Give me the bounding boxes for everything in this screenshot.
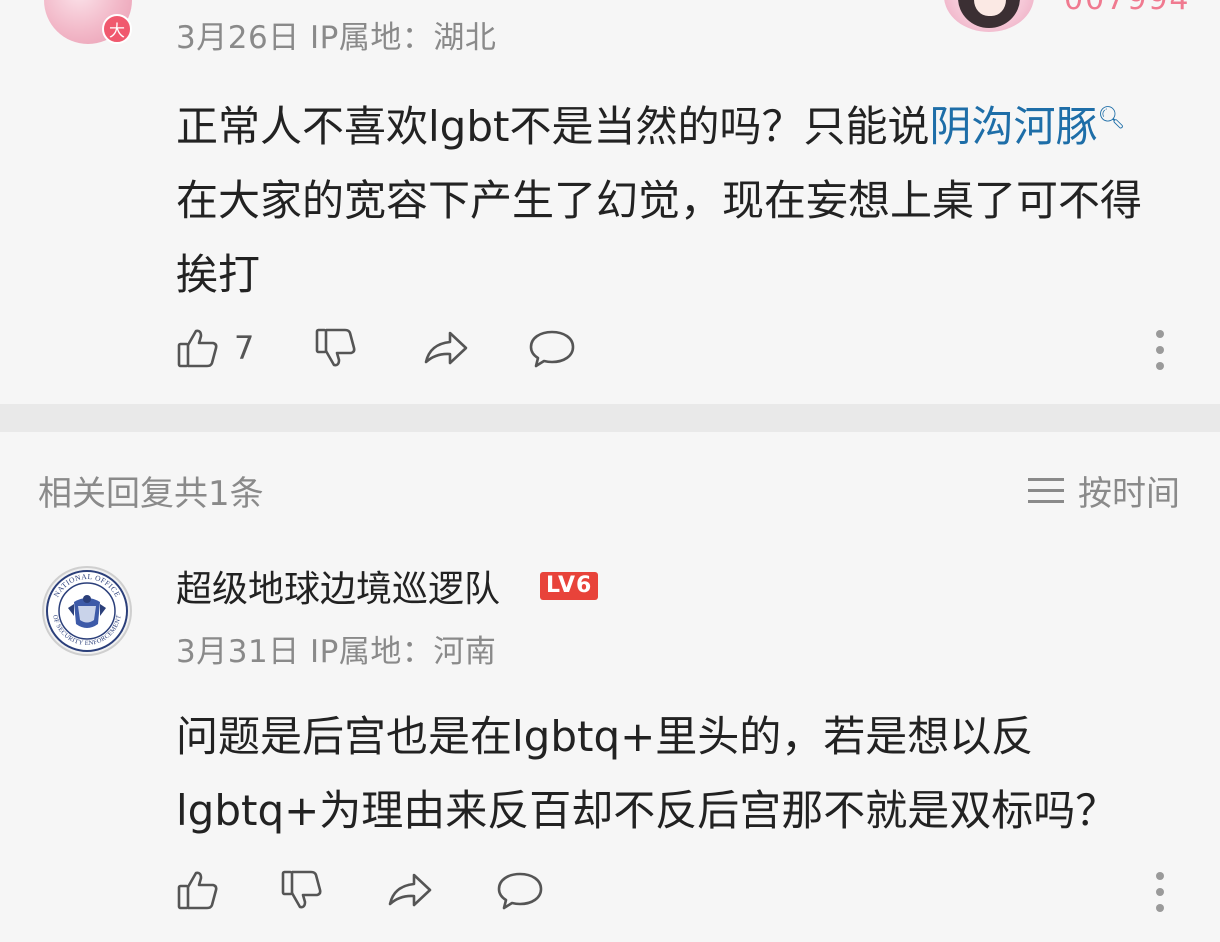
- sort-label: 按时间: [1078, 474, 1180, 514]
- comment-meta: 3月31日 IP属地：河南: [176, 634, 497, 670]
- comment-text-part1: 正常人不喜欢lgbt不是当然的吗？只能说: [176, 102, 930, 151]
- level-badge: LV6: [540, 572, 599, 600]
- like-count: 7: [234, 329, 255, 367]
- emblem-icon: NATIONAL OFFICE OF SECURITY ENFORCEMENT: [46, 570, 128, 652]
- dislike-button[interactable]: [280, 866, 324, 914]
- avatar[interactable]: NATIONAL OFFICE OF SECURITY ENFORCEMENT: [42, 566, 132, 656]
- comment-actions: [176, 866, 1176, 914]
- dislike-icon: [315, 328, 356, 367]
- like-button[interactable]: 7: [176, 324, 254, 372]
- comment-text-part2: 在大家的宽容下产生了幻觉，现在妄想上桌了可不得挨打: [176, 176, 1143, 299]
- dislike-button[interactable]: [314, 324, 358, 372]
- share-button[interactable]: [422, 324, 470, 372]
- comment-icon: [497, 872, 543, 910]
- reply-button[interactable]: [496, 866, 544, 914]
- section-divider: [0, 404, 1220, 432]
- search-link[interactable]: 阴沟河豚: [929, 102, 1097, 151]
- vip-badge: 大: [102, 14, 132, 44]
- share-button[interactable]: [386, 866, 434, 914]
- like-icon: [177, 329, 218, 368]
- comment-body: 正常人不喜欢lgbt不是当然的吗？只能说阴沟河豚🔍︎ 在大家的宽容下产生了幻觉，现…: [176, 82, 1166, 312]
- dislike-icon: [281, 870, 322, 909]
- share-icon: [388, 873, 432, 907]
- like-button[interactable]: [176, 866, 220, 914]
- comment-icon: [529, 330, 575, 368]
- comment-body: 问题是后宫也是在lgbtq+里头的，若是想以反lgbtq+为理由来反百却不反后宫…: [176, 712, 1118, 835]
- share-icon: [424, 331, 468, 365]
- menu-lines-icon: [1028, 477, 1064, 504]
- comment-meta: 3月26日 IP属地：湖北: [176, 20, 497, 56]
- replies-count-header: 相关回复共1条: [38, 474, 264, 514]
- decoration-avatar: [944, 0, 1034, 32]
- more-icon[interactable]: [1154, 872, 1166, 920]
- like-icon: [177, 871, 218, 910]
- fan-number: 007994: [1064, 0, 1191, 17]
- sort-button[interactable]: 按时间: [1028, 466, 1180, 515]
- search-icon[interactable]: 🔍︎: [1097, 106, 1125, 131]
- reply-button[interactable]: [528, 324, 576, 372]
- comment-actions: 7: [176, 324, 1176, 372]
- username[interactable]: 超级地球边境巡逻队: [176, 560, 500, 612]
- more-icon[interactable]: [1154, 330, 1166, 378]
